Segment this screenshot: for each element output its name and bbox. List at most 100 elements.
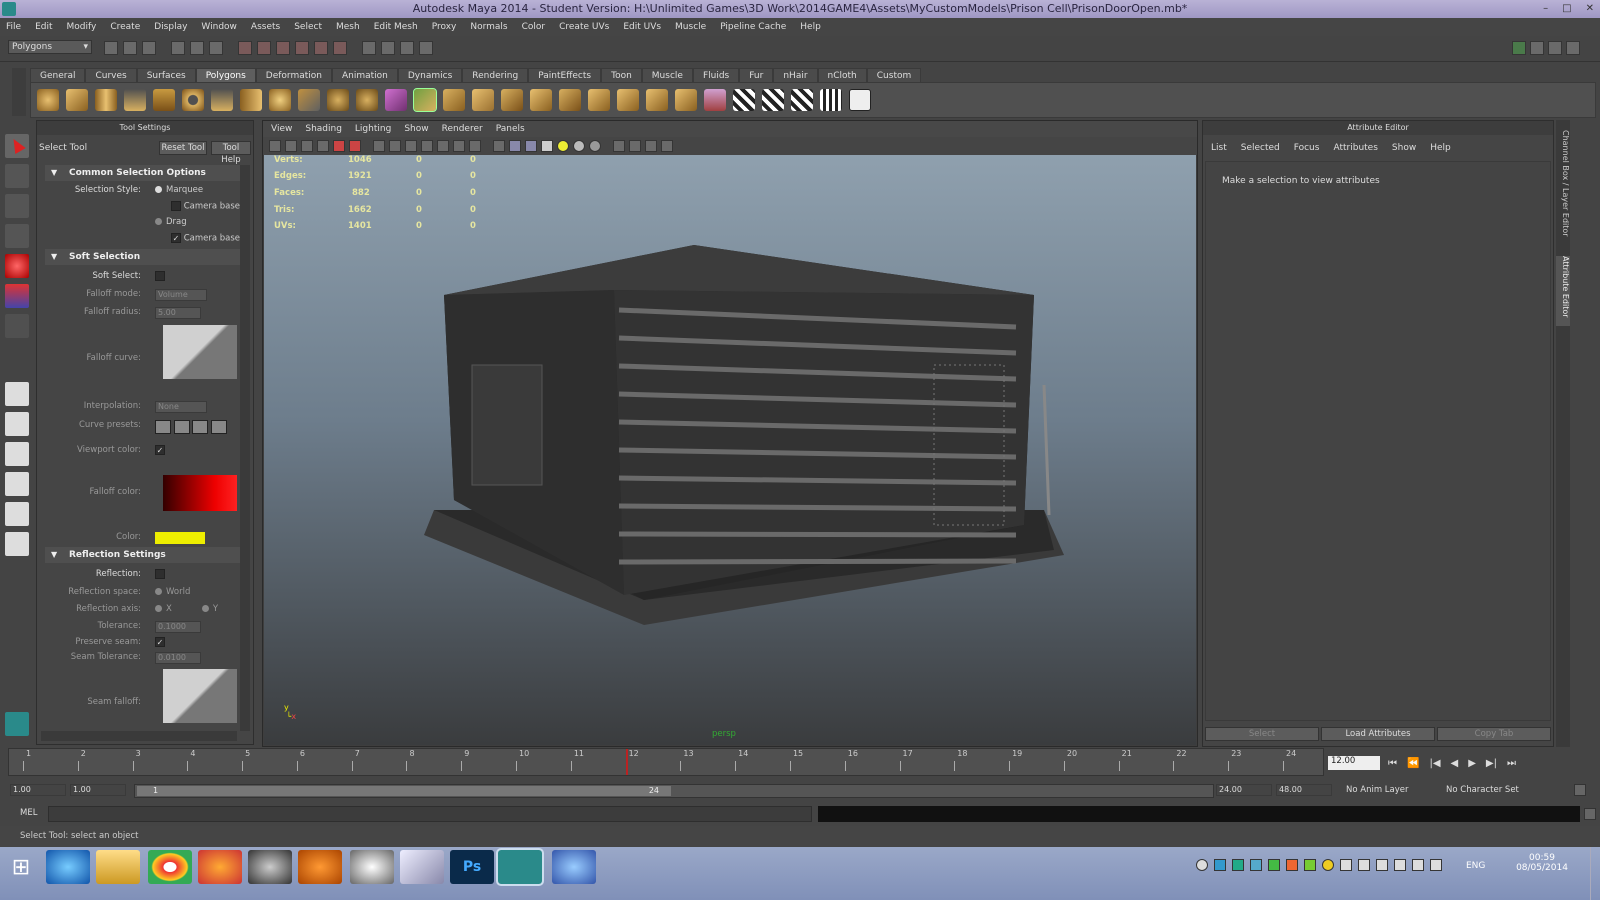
tray-icon-6[interactable] (1286, 859, 1298, 871)
poly-sphere-icon[interactable] (37, 89, 59, 111)
origin-icon[interactable] (298, 850, 342, 884)
snap-live-icon[interactable] (314, 41, 328, 55)
viewport-scene[interactable]: Verts: 1046 0 0 Edges: 1921 0 0 Faces: 882 0 0 Tr… (264, 155, 1196, 745)
seam-tolerance-field[interactable]: 0.0100 (155, 652, 201, 664)
select-component-icon[interactable] (209, 41, 223, 55)
internet-explorer-icon[interactable] (46, 850, 90, 884)
maya-taskbar-icon[interactable] (496, 848, 544, 886)
select-tool-icon[interactable] (5, 134, 29, 158)
ae-copy-tab-button[interactable]: Copy Tab (1437, 727, 1551, 741)
firefox-icon[interactable] (198, 850, 242, 884)
persp-graph-layout-icon[interactable] (5, 472, 29, 496)
image-plane-icon[interactable] (317, 140, 329, 152)
ae-select-button[interactable]: Select (1205, 727, 1319, 741)
menu-modify[interactable]: Modify (67, 22, 97, 32)
shelf-tab-animation[interactable]: Animation (331, 68, 398, 82)
volume-icon[interactable] (1394, 859, 1406, 871)
shelf-tab-fur[interactable]: Fur (739, 68, 774, 82)
bookmarks-icon[interactable] (301, 140, 313, 152)
mel-input[interactable] (48, 806, 812, 822)
bluetooth-icon[interactable] (1340, 859, 1352, 871)
high-quality-icon[interactable] (589, 140, 601, 152)
2d-pan-zoom-icon[interactable] (333, 140, 345, 152)
shelf-tab-rendering[interactable]: Rendering (462, 68, 529, 82)
mode-selector-dropdown[interactable]: Polygons ▾ (8, 40, 92, 54)
mel-label[interactable]: MEL (20, 808, 37, 818)
poly-pipe-icon[interactable] (240, 89, 262, 111)
ae-menu-selected[interactable]: Selected (1241, 143, 1280, 153)
use-all-lights-icon[interactable] (557, 140, 569, 152)
tray-icon-1[interactable] (1196, 859, 1208, 871)
snap-grid-icon[interactable] (238, 41, 252, 55)
soft-selection-section[interactable]: Soft Selection (45, 249, 241, 265)
photoshop-icon[interactable]: Ps (450, 850, 494, 884)
four-view-layout-icon[interactable] (5, 412, 29, 436)
channel-box-tab[interactable]: Channel Box / Layer Editor (1556, 130, 1570, 250)
vp-menu-view[interactable]: View (271, 121, 292, 137)
vp-menu-lighting[interactable]: Lighting (355, 121, 391, 137)
shelf-tab-ncloth[interactable]: nCloth (817, 68, 867, 82)
soft-select-checkbox[interactable] (155, 271, 165, 282)
menu-select[interactable]: Select (294, 22, 322, 32)
input-language[interactable]: ENG (1466, 861, 1485, 871)
close-button[interactable]: ✕ (1586, 0, 1594, 18)
single-perspective-layout-icon[interactable] (5, 382, 29, 406)
itunes-icon[interactable] (552, 850, 596, 884)
menu-color[interactable]: Color (522, 22, 546, 32)
film-gate-icon[interactable] (389, 140, 401, 152)
tray-icon-7[interactable] (1304, 859, 1316, 871)
render-current-icon[interactable] (381, 41, 395, 55)
animation-preferences-icon[interactable] (1574, 784, 1586, 796)
offset-edge-loop-icon[interactable] (559, 89, 581, 111)
current-frame-marker[interactable] (625, 749, 628, 775)
shelf-menu-handle[interactable] (12, 68, 26, 116)
maximize-button[interactable]: □ (1562, 0, 1571, 18)
ae-menu-show[interactable]: Show (1392, 143, 1416, 153)
attribute-editor-toggle-icon[interactable] (1530, 41, 1544, 55)
character-set-dropdown[interactable]: No Character Set (1446, 785, 1519, 795)
textured-icon[interactable] (541, 140, 553, 152)
snap-point-icon[interactable] (276, 41, 290, 55)
common-selection-section[interactable]: Common Selection Options (45, 165, 241, 181)
range-slider-track[interactable]: 1 24 (134, 784, 1214, 798)
poly-cylinder-icon[interactable] (95, 89, 117, 111)
menu-pipeline-cache[interactable]: Pipeline Cache (720, 22, 786, 32)
append-polygon-icon[interactable] (472, 89, 494, 111)
grease-pencil-icon[interactable] (349, 140, 361, 152)
xray-joints-icon[interactable] (629, 140, 641, 152)
file-explorer-icon[interactable] (96, 850, 140, 884)
vp-menu-renderer[interactable]: Renderer (442, 121, 483, 137)
grid-icon[interactable] (373, 140, 385, 152)
notes-app-icon[interactable] (400, 850, 444, 884)
tool-settings-hscrollbar[interactable] (41, 731, 237, 741)
shadows-icon[interactable] (573, 140, 585, 152)
menu-create-uvs[interactable]: Create UVs (559, 22, 609, 32)
shelf-tab-toon[interactable]: Toon (601, 68, 642, 82)
delete-edge-icon[interactable] (675, 89, 697, 111)
preserve-seam-checkbox[interactable]: ✓ (155, 637, 165, 648)
go-to-start-icon[interactable]: ⏮ (1388, 758, 1397, 769)
drag-radio[interactable]: Drag (155, 217, 187, 227)
safe-title-icon[interactable] (469, 140, 481, 152)
snap-plane-icon[interactable] (295, 41, 309, 55)
shelf-tab-polygons[interactable]: Polygons (195, 68, 256, 82)
shelf-tab-surfaces[interactable]: Surfaces (136, 68, 196, 82)
step-back-key-icon[interactable]: ⏪ (1407, 758, 1419, 769)
reflection-checkbox[interactable] (155, 569, 165, 580)
falloff-curve-graph[interactable] (163, 325, 237, 379)
shelf-tab-general[interactable]: General (30, 68, 86, 82)
shelf-tab-custom[interactable]: Custom (866, 68, 922, 82)
shelf-tab-curves[interactable]: Curves (85, 68, 137, 82)
prison-cell-model[interactable] (264, 155, 1196, 745)
smooth-shade-icon[interactable] (509, 140, 521, 152)
spherical-mapping-icon[interactable] (791, 89, 813, 111)
move-tool-icon[interactable] (5, 224, 29, 248)
wireframe-icon[interactable] (493, 140, 505, 152)
menu-assets[interactable]: Assets (251, 22, 280, 32)
render-view-icon[interactable] (362, 41, 376, 55)
vp-menu-panels[interactable]: Panels (496, 121, 525, 137)
insert-edge-loop-icon[interactable] (530, 89, 552, 111)
range-slider-handle[interactable]: 1 24 (137, 786, 671, 796)
bridge-icon[interactable] (443, 89, 465, 111)
shelf-tab-deformation[interactable]: Deformation (255, 68, 332, 82)
